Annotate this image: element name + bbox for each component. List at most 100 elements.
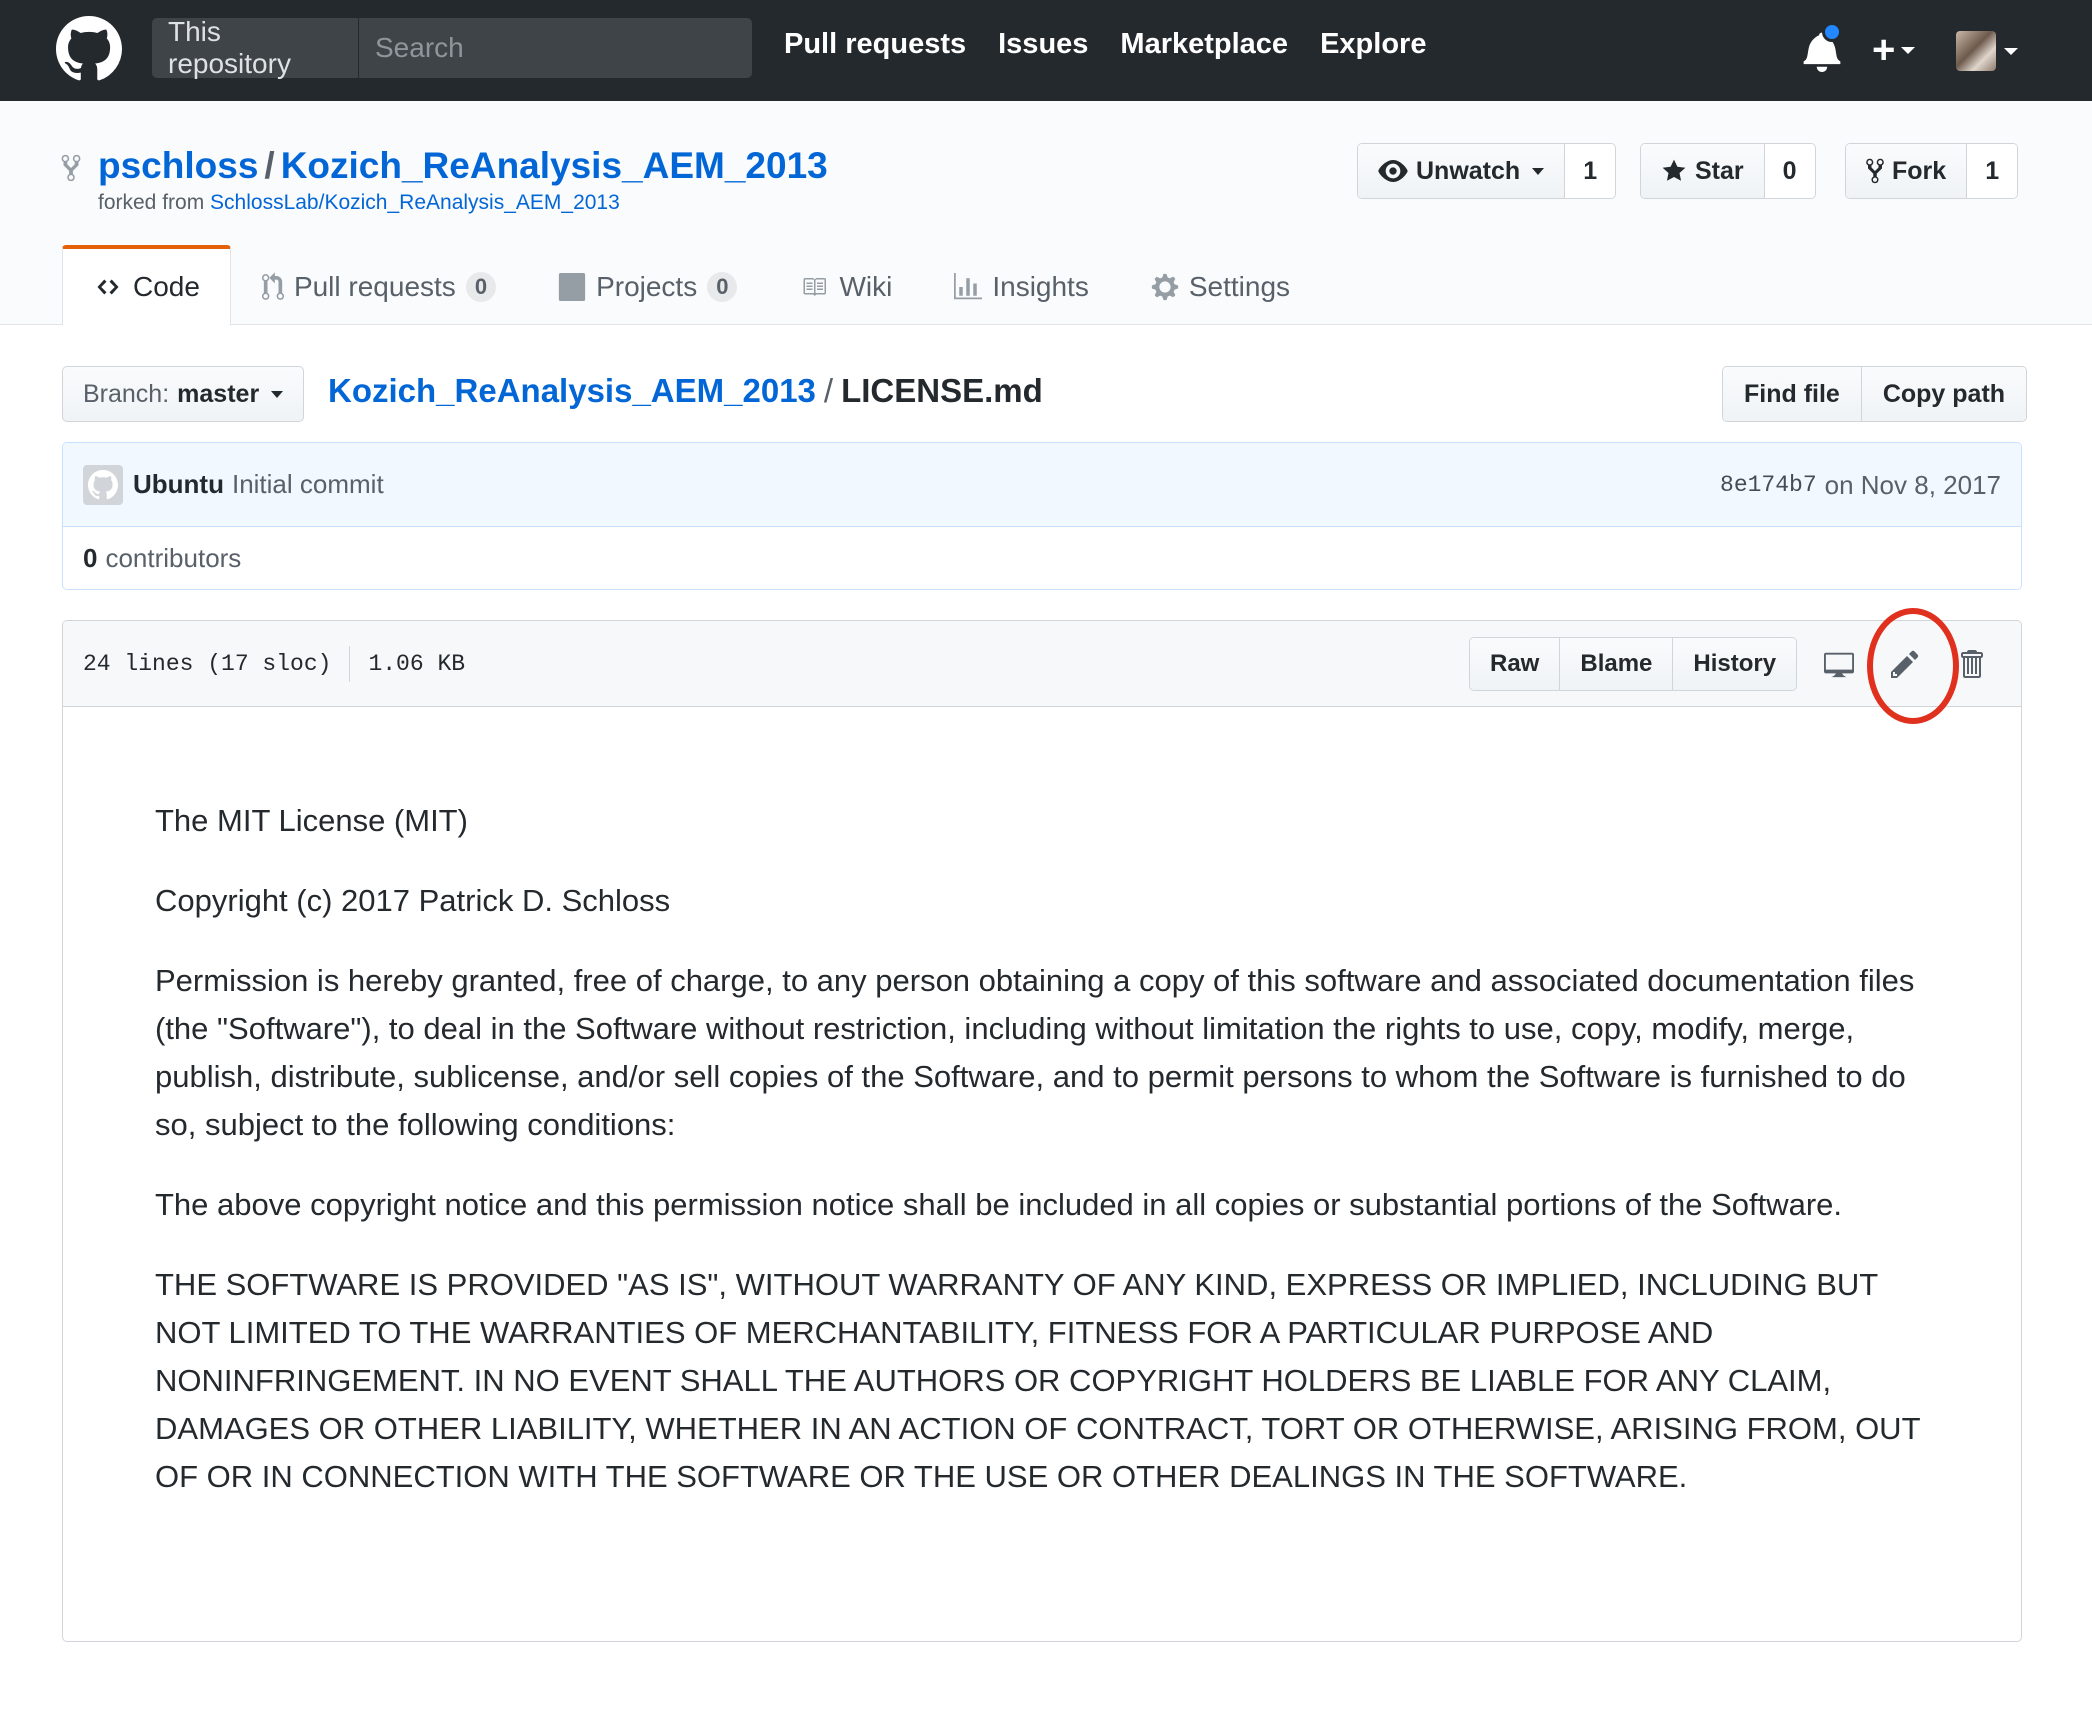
tab-settings[interactable]: Settings — [1120, 245, 1321, 326]
header-nav-marketplace[interactable]: Marketplace — [1120, 28, 1288, 61]
file-actions: Raw Blame History — [1469, 637, 1989, 691]
pencil-icon — [1891, 650, 1919, 678]
watch-count[interactable]: 1 — [1565, 144, 1616, 198]
watch-action: Unwatch 1 — [1357, 143, 1617, 199]
find-file-button[interactable]: Find file — [1723, 367, 1861, 421]
branch-prefix: Branch: — [83, 379, 170, 408]
file-view: 24 lines (17 sloc) 1.06 KB Raw Blame His… — [62, 620, 2022, 1642]
contributors-label: contributors — [105, 542, 242, 573]
tab-insights[interactable]: Insights — [923, 245, 1120, 326]
star-icon — [1662, 159, 1686, 181]
fork-count[interactable]: 1 — [1967, 144, 2018, 198]
star-button[interactable]: Star — [1641, 144, 1765, 198]
star-button-group: Star 0 — [1640, 143, 1816, 199]
header-nav-explore[interactable]: Explore — [1320, 28, 1426, 61]
license-copyright: Copyright (c) 2017 Patrick D. Schloss — [155, 883, 671, 918]
repo-forked-icon — [61, 154, 81, 182]
user-menu-dropdown[interactable] — [1956, 30, 2018, 72]
tab-wiki-label: Wiki — [839, 271, 893, 302]
commit-tease-box: Ubuntu Initial commit 8e174b7 on Nov 8, … — [62, 442, 2022, 590]
header-search: This repository — [152, 16, 752, 79]
unwatch-button[interactable]: Unwatch — [1358, 144, 1566, 198]
eye-icon — [1378, 160, 1408, 182]
license-content: The MIT License (MIT) Copyright (c) 2017… — [63, 707, 2021, 1501]
github-mark-icon[interactable] — [56, 16, 122, 82]
create-new-dropdown[interactable]: + — [1872, 28, 1916, 72]
copy-path-button[interactable]: Copy path — [1860, 367, 2027, 421]
watch-button-group: Unwatch 1 — [1357, 143, 1617, 199]
github-mark-icon — [88, 469, 118, 499]
search-input[interactable] — [359, 18, 752, 78]
repo-title: pschloss / Kozich_ReAnalysis_AEM_2013 — [98, 145, 828, 187]
device-desktop-icon — [1824, 652, 1855, 678]
trashcan-icon — [1961, 650, 1984, 678]
tab-pull-requests[interactable]: Pull requests 0 — [231, 245, 527, 326]
tab-pull-requests-label: Pull requests — [293, 271, 456, 302]
notification-indicator — [1822, 22, 1842, 42]
commit-author-avatar[interactable] — [83, 464, 123, 505]
commit-message[interactable]: Initial commit — [232, 469, 384, 500]
repo-forked-icon — [1866, 158, 1884, 184]
header-nav-pull-requests[interactable]: Pull requests — [784, 28, 966, 61]
license-permission-paragraph: Permission is hereby granted, free of ch… — [155, 963, 1915, 1142]
tab-wiki[interactable]: Wiki — [768, 245, 923, 326]
forked-from-label: forked from — [98, 191, 205, 214]
global-header: This repository Pull requests Issues Mar… — [0, 0, 2092, 101]
search-scope-label[interactable]: This repository — [152, 16, 359, 79]
file-nav-button-group: Find file Copy path — [1722, 366, 2028, 422]
graph-icon — [954, 273, 983, 300]
gear-icon — [1151, 273, 1178, 301]
repo-owner-link[interactable]: pschloss — [98, 145, 258, 186]
license-warranty-paragraph: THE SOFTWARE IS PROVIDED "AS IS", WITHOU… — [155, 1267, 1920, 1494]
tab-code[interactable]: Code — [62, 245, 231, 326]
pull-requests-counter: 0 — [465, 272, 497, 302]
commit-tease: Ubuntu Initial commit 8e174b7 on Nov 8, … — [63, 443, 2021, 527]
repo-name-link[interactable]: Kozich_ReAnalysis_AEM_2013 — [281, 145, 828, 186]
fork-button[interactable]: Fork — [1846, 144, 1968, 198]
forked-from-link[interactable]: SchlossLab/Kozich_ReAnalysis_AEM_2013 — [210, 191, 620, 214]
license-title: The MIT License (MIT) — [155, 803, 468, 838]
tab-insights-label: Insights — [992, 271, 1089, 302]
raw-blame-history-group: Raw Blame History — [1469, 637, 1798, 691]
repo-header: pschloss / Kozich_ReAnalysis_AEM_2013 fork… — [0, 101, 2092, 326]
branch-select-button[interactable]: Branch: master — [62, 366, 305, 422]
star-count[interactable]: 0 — [1764, 144, 1815, 198]
chevron-down-icon — [271, 390, 284, 398]
branch-name: master — [177, 379, 260, 408]
delete-file-button[interactable] — [1953, 646, 1989, 682]
git-pull-request-icon — [261, 272, 284, 300]
commit-sha-link[interactable]: 8e174b7 — [1720, 472, 1817, 498]
contributors-summary: 0 contributors — [63, 527, 2021, 589]
breadcrumb-separator: / — [823, 372, 834, 409]
file-header: 24 lines (17 sloc) 1.06 KB Raw Blame His… — [63, 621, 2021, 707]
tab-projects[interactable]: Projects 0 — [527, 245, 768, 326]
repo-nav: Code Pull requests 0 Projects 0 Wiki Ins… — [62, 245, 1321, 326]
commit-date: on Nov 8, 2017 — [1824, 469, 2001, 500]
chevron-down-icon — [1901, 46, 1916, 54]
commit-author[interactable]: Ubuntu — [133, 469, 224, 500]
blame-button[interactable]: Blame — [1559, 638, 1673, 690]
breadcrumb-file: LICENSE.md — [841, 372, 1043, 409]
fork-label: Fork — [1892, 156, 1947, 185]
tab-projects-label: Projects — [596, 271, 698, 302]
edit-file-button[interactable] — [1887, 646, 1923, 682]
forked-from: forked from SchlossLab/Kozich_ReAnalysis… — [98, 191, 620, 215]
header-nav-issues[interactable]: Issues — [998, 28, 1088, 61]
license-notice-paragraph: The above copyright notice and this perm… — [155, 1187, 1843, 1222]
file-line-count: 24 lines (17 sloc) — [83, 651, 332, 677]
plus-icon: + — [1872, 28, 1896, 72]
tab-settings-label: Settings — [1188, 271, 1291, 302]
chevron-down-icon — [1532, 167, 1545, 175]
avatar — [1956, 31, 1996, 71]
tab-code-label: Code — [133, 271, 200, 302]
star-action: Star 0 — [1640, 143, 1816, 199]
open-in-desktop-button[interactable] — [1821, 646, 1857, 682]
file-info: 24 lines (17 sloc) 1.06 KB — [83, 621, 465, 707]
file-size: 1.06 KB — [368, 651, 466, 677]
header-nav: Pull requests Issues Marketplace Explore — [784, 28, 1426, 61]
breadcrumb-root-link[interactable]: Kozich_ReAnalysis_AEM_2013 — [328, 372, 816, 409]
code-icon — [97, 279, 119, 295]
history-button[interactable]: History — [1672, 638, 1797, 690]
raw-button[interactable]: Raw — [1470, 638, 1560, 690]
file-info-divider — [349, 646, 351, 682]
